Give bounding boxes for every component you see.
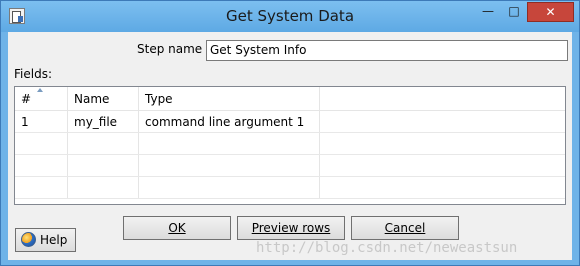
fields-table[interactable]: # Name Type 1 my_file command line argum…: [14, 86, 566, 205]
ok-button[interactable]: OK: [123, 216, 231, 240]
fields-label: Fields:: [14, 67, 52, 81]
table-row[interactable]: [15, 155, 565, 177]
table-row[interactable]: [15, 133, 565, 155]
row-number-cell[interactable]: 1: [15, 111, 68, 132]
extra-cell[interactable]: [320, 111, 565, 132]
extra-cell[interactable]: [320, 177, 565, 198]
dialog-body: Step name Get System Info Fields: # Name…: [8, 32, 572, 260]
column-header-extra[interactable]: [320, 87, 565, 110]
type-cell[interactable]: command line argument 1: [139, 111, 320, 132]
help-button[interactable]: Help: [15, 228, 76, 252]
type-cell[interactable]: [139, 133, 320, 154]
extra-cell[interactable]: [320, 133, 565, 154]
step-name-input[interactable]: Get System Info: [206, 40, 568, 61]
column-header-number[interactable]: #: [15, 87, 68, 110]
sort-ascending-icon: [37, 88, 43, 92]
table-row[interactable]: 1 my_file command line argument 1: [15, 111, 565, 133]
minimize-button[interactable]: —: [475, 2, 501, 22]
column-header-name[interactable]: Name: [68, 87, 139, 110]
step-name-label: Step name: [137, 42, 203, 56]
row-number-cell[interactable]: [15, 177, 68, 198]
table-header: # Name Type: [15, 87, 565, 111]
type-cell[interactable]: [139, 177, 320, 198]
column-header-type[interactable]: Type: [139, 87, 320, 110]
row-number-cell[interactable]: [15, 155, 68, 176]
name-cell[interactable]: [68, 177, 139, 198]
close-button[interactable]: ✕: [527, 2, 574, 22]
row-number-cell[interactable]: [15, 133, 68, 154]
table-row[interactable]: [15, 177, 565, 199]
watermark-text: http://blog.csdn.net/neweastsun: [256, 240, 518, 256]
name-cell[interactable]: [68, 133, 139, 154]
maximize-button[interactable]: □: [501, 2, 527, 22]
type-cell[interactable]: [139, 155, 320, 176]
title-bar[interactable]: Get System Data — □ ✕: [1, 1, 579, 32]
preview-rows-button[interactable]: Preview rows: [237, 216, 345, 240]
dialog-window: Get System Data — □ ✕ Step name Get Syst…: [0, 0, 580, 266]
name-cell[interactable]: my_file: [68, 111, 139, 132]
help-icon: [21, 232, 36, 247]
cancel-button[interactable]: Cancel: [351, 216, 459, 240]
extra-cell[interactable]: [320, 155, 565, 176]
name-cell[interactable]: [68, 155, 139, 176]
